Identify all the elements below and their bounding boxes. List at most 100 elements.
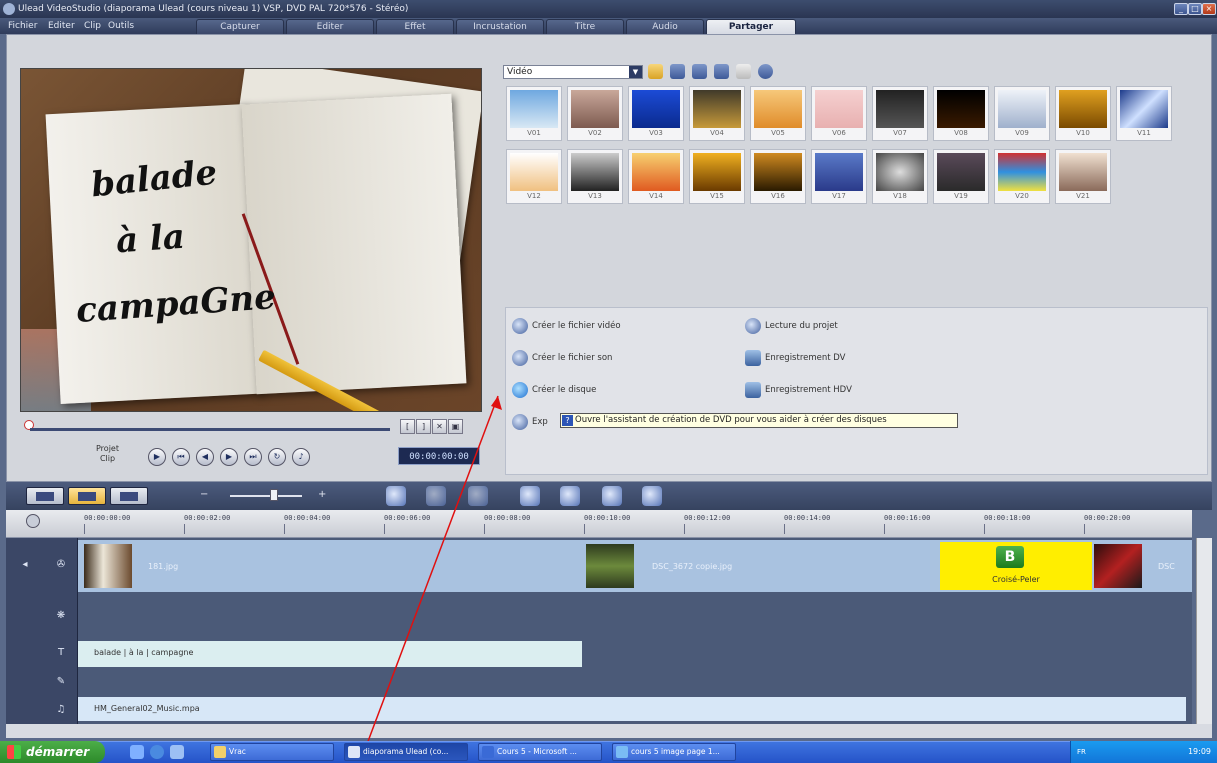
system-tray: FR 19:09	[1070, 741, 1217, 763]
taskbar-item-vrac[interactable]: Vrac	[210, 743, 334, 761]
library-thumbnail[interactable]: V21	[1055, 149, 1111, 204]
tab-titre[interactable]: Titre	[546, 19, 624, 34]
library-thumbnail[interactable]: V07	[872, 86, 928, 141]
timeline-view-button[interactable]	[68, 487, 106, 505]
folder-icon[interactable]	[648, 64, 663, 79]
library-thumbnail[interactable]: V08	[933, 86, 989, 141]
library-thumbnail[interactable]: V19	[933, 149, 989, 204]
maximize-button[interactable]: □	[1188, 3, 1202, 15]
start-button[interactable]: démarrer	[0, 741, 105, 763]
thumbnail-image	[754, 153, 802, 191]
library-thumbnail[interactable]: V05	[750, 86, 806, 141]
clock: 19:09	[1187, 747, 1211, 756]
library-thumbnail[interactable]: V18	[872, 149, 928, 204]
repeat-icon[interactable]: ↻	[268, 448, 286, 466]
clip-thumbnail[interactable]	[586, 544, 634, 588]
tab-audio[interactable]: Audio	[626, 19, 704, 34]
library-thumbnail[interactable]: V09	[994, 86, 1050, 141]
dv-camera-icon	[745, 350, 761, 366]
music-clip[interactable]: HM_General02_Music.mpa	[78, 697, 1186, 721]
track-toggle-icon[interactable]: ◂	[18, 558, 32, 572]
chapter-icon[interactable]	[602, 486, 622, 506]
zoom-in-icon[interactable]: +	[318, 489, 326, 500]
library-thumbnail[interactable]: V01	[506, 86, 562, 141]
vertical-scrollbar[interactable]	[1196, 538, 1212, 724]
thumbnail-image	[1059, 90, 1107, 128]
title-clip[interactable]: balade | à la | campagne	[78, 641, 582, 667]
library-thumbnail[interactable]: V20	[994, 149, 1050, 204]
end-icon[interactable]: ⏭	[244, 448, 262, 466]
zoom-slider-knob[interactable]	[270, 489, 278, 501]
language-indicator[interactable]: FR	[1077, 741, 1086, 763]
library-category-select[interactable]: Vidéo ▼	[503, 65, 643, 79]
horizontal-scrollbar[interactable]	[6, 724, 1212, 738]
storyboard-view-button[interactable]	[26, 487, 64, 505]
mark-out-button[interactable]: ]	[416, 419, 431, 434]
tab-editer[interactable]: Editer	[286, 19, 374, 34]
library-thumbnail[interactable]: V17	[811, 149, 867, 204]
scrub-track[interactable]	[30, 428, 390, 431]
minimize-button[interactable]: _	[1174, 3, 1188, 15]
library-thumbnail[interactable]: V02	[567, 86, 623, 141]
library-thumbnail[interactable]: V11	[1116, 86, 1172, 141]
enlarge-preview-button[interactable]: ▣	[448, 419, 463, 434]
browser-icon[interactable]	[150, 745, 164, 759]
mark-in-button[interactable]: [	[400, 419, 415, 434]
video-track-lane[interactable]: 181.jpg DSC_3672 copie.jpg B Croisé-Pele…	[78, 540, 1192, 592]
library-thumbnail[interactable]: V15	[689, 149, 745, 204]
library-thumbnail[interactable]: V06	[811, 86, 867, 141]
file-icon[interactable]	[736, 64, 751, 79]
taskbar-item-image[interactable]: cours 5 image page 1...	[612, 743, 736, 761]
ruler-tick-label: 00:00:20:00	[1084, 514, 1131, 534]
audio-view-button[interactable]	[110, 487, 148, 505]
library-thumbnail[interactable]: V16	[750, 149, 806, 204]
taskbar-item-ulead[interactable]: diaporama Ulead (co...	[344, 743, 468, 761]
project-fit-icon[interactable]	[26, 514, 40, 528]
menu-editer[interactable]: Editer	[48, 18, 75, 34]
thumbnail-label: V03	[649, 129, 663, 137]
volume-icon[interactable]: ♪	[292, 448, 310, 466]
show-desktop-icon[interactable]	[130, 745, 144, 759]
menu-clip[interactable]: Clip	[84, 18, 101, 34]
project-clip-toggle[interactable]: Projet Clip	[96, 444, 119, 464]
zoom-out-icon[interactable]: −	[200, 489, 208, 500]
taskbar-item-word[interactable]: Cours 5 - Microsoft ...	[478, 743, 602, 761]
tab-incrustation[interactable]: Incrustation	[456, 19, 544, 34]
clip-thumbnail[interactable]	[84, 544, 132, 588]
smart-proxy-icon[interactable]	[520, 486, 540, 506]
quicklaunch-icon[interactable]	[170, 745, 184, 759]
transition-clip[interactable]: B Croisé-Peler	[940, 542, 1092, 590]
tab-capturer[interactable]: Capturer	[196, 19, 284, 34]
chevron-down-icon[interactable]: ▼	[629, 66, 642, 78]
tab-effet[interactable]: Effet	[376, 19, 454, 34]
zoom-slider[interactable]	[230, 495, 302, 497]
library-thumbnail[interactable]: V13	[567, 149, 623, 204]
cut-clip-button[interactable]: ✕	[432, 419, 447, 434]
media-icon[interactable]	[670, 64, 685, 79]
expand-icon[interactable]	[758, 64, 773, 79]
library-thumbnail[interactable]: V03	[628, 86, 684, 141]
library-thumbnail[interactable]: V04	[689, 86, 745, 141]
menu-fichier[interactable]: Fichier	[8, 18, 37, 34]
clip-mode-label: Clip	[99, 454, 116, 463]
play-icon[interactable]: ▶	[148, 448, 166, 466]
previous-frame-icon[interactable]: ◀	[196, 448, 214, 466]
clip-thumbnail[interactable]	[1094, 544, 1142, 588]
disc-library-icon[interactable]	[714, 64, 729, 79]
insert-media-icon[interactable]	[386, 486, 406, 506]
tab-partager[interactable]: Partager	[706, 19, 796, 34]
thumbnail-image	[815, 153, 863, 191]
grid-view-icon[interactable]	[692, 64, 707, 79]
library-thumbnail[interactable]: V10	[1055, 86, 1111, 141]
close-button[interactable]: ×	[1202, 3, 1216, 15]
timecode-display[interactable]: 00:00:00:00	[398, 447, 480, 465]
batch-convert-icon[interactable]	[560, 486, 580, 506]
redo-icon[interactable]	[468, 486, 488, 506]
library-thumbnail[interactable]: V14	[628, 149, 684, 204]
library-thumbnail[interactable]: V12	[506, 149, 562, 204]
next-frame-icon[interactable]: ▶	[220, 448, 238, 466]
undo-icon[interactable]	[426, 486, 446, 506]
menu-outils[interactable]: Outils	[108, 18, 134, 34]
home-icon[interactable]: ⏮	[172, 448, 190, 466]
mix-icon[interactable]	[642, 486, 662, 506]
